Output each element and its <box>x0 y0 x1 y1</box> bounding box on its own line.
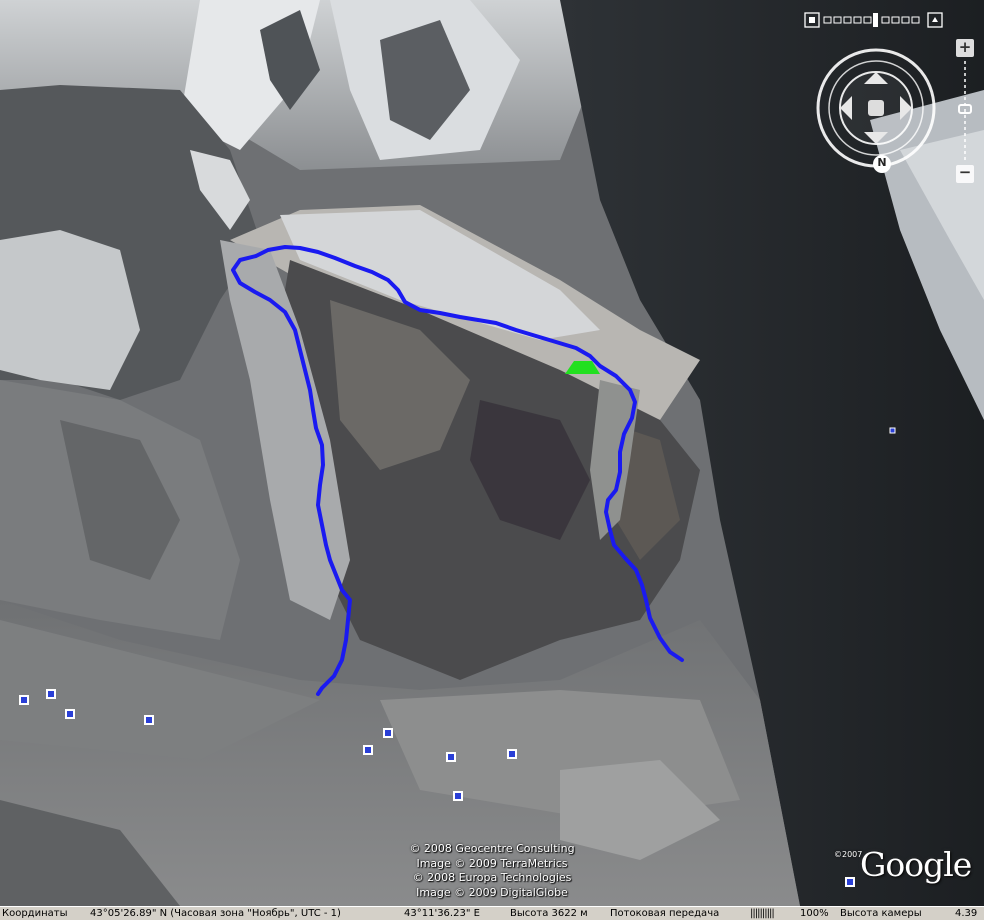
longitude-readout: 43°11'36.23" E <box>404 908 480 919</box>
attribution-line: © 2008 Geocentre Consulting <box>409 842 575 855</box>
square-placemark-icon <box>453 791 463 801</box>
square-placemark-icon <box>889 427 896 434</box>
square-placemark-icon <box>144 715 154 725</box>
square-placemark-icon <box>446 752 456 762</box>
zoom-control[interactable]: + − <box>956 38 974 183</box>
logo-year: ©2007 <box>834 850 863 859</box>
square-placemark-icon <box>65 709 75 719</box>
attribution-line: Image © 2009 TerraMetrics <box>416 856 568 870</box>
time-slider[interactable] <box>804 12 948 28</box>
time-slider-thumb <box>873 13 878 27</box>
north-label[interactable]: N <box>876 156 888 169</box>
attribution-line: © 2008 Europa Technologies <box>412 871 572 884</box>
camera-altitude-value: 4.39 <box>955 908 978 919</box>
zoom-out-button[interactable]: − <box>956 163 974 181</box>
map-viewport[interactable]: N + − © 2008 Geocentre Consulting Image … <box>0 0 984 906</box>
zoom-in-button[interactable]: + <box>956 38 974 56</box>
attribution-line: Image © 2009 DigitalGlobe <box>416 885 568 899</box>
coords-label: Координаты <box>2 908 68 919</box>
streaming-percent: 100% <box>800 908 829 919</box>
square-placemark-icon <box>363 745 373 755</box>
streaming-progress: |||||||||| <box>750 908 775 919</box>
google-logo: Google <box>860 845 972 884</box>
square-placemark-icon <box>507 749 517 759</box>
square-placemark-icon <box>383 728 393 738</box>
camera-altitude-label: Высота камеры <box>840 908 922 919</box>
square-placemark-icon <box>845 877 855 887</box>
latitude-readout: 43°05'26.89" N (Часовая зона "Ноябрь", U… <box>90 908 341 919</box>
square-placemark-icon <box>19 695 29 705</box>
elevation-readout: Высота 3622 м <box>510 908 588 919</box>
square-placemark-icon <box>46 689 56 699</box>
status-bar: Координаты 43°05'26.89" N (Часовая зона … <box>0 906 984 920</box>
navigation-control[interactable]: N <box>812 44 942 174</box>
streaming-label: Потоковая передача <box>610 908 720 919</box>
imagery-attribution: © 2008 Geocentre Consulting Image © 2009… <box>392 842 592 900</box>
